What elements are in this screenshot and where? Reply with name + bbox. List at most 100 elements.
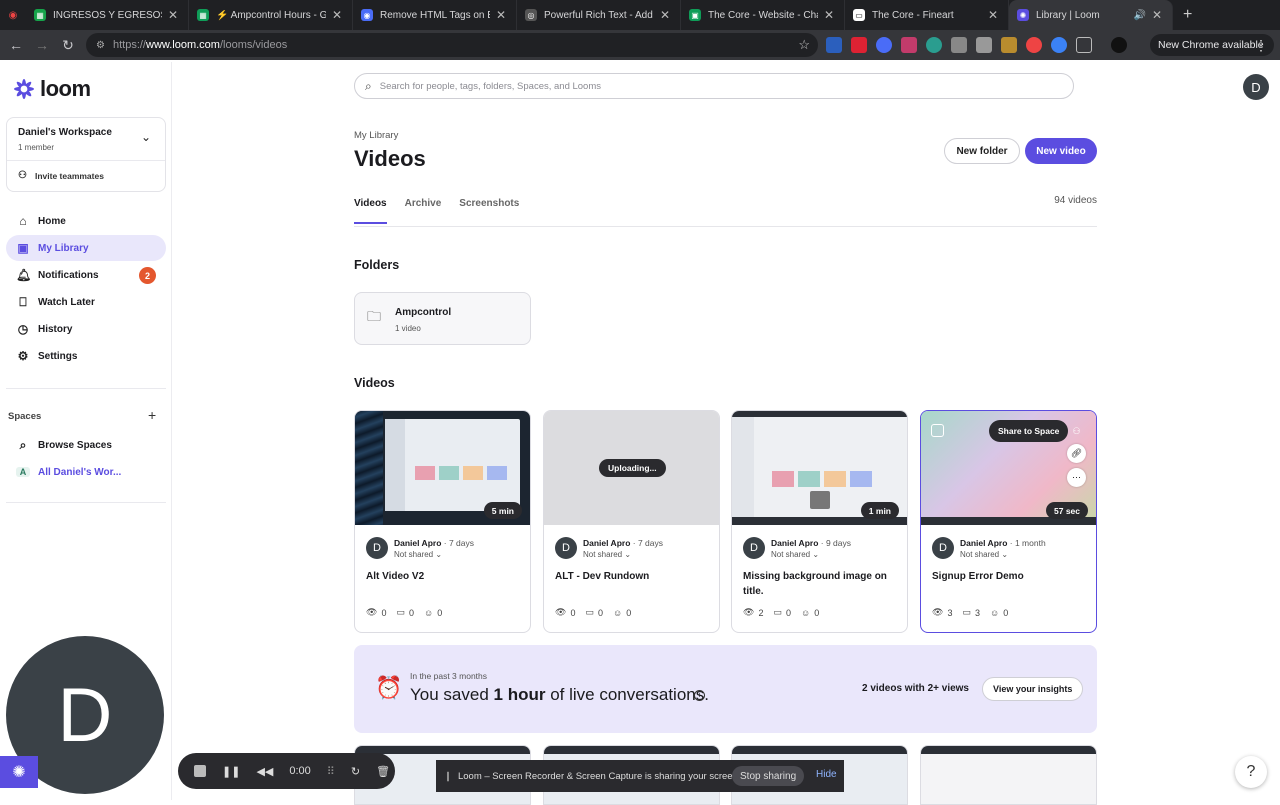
add-space-icon[interactable]: + bbox=[148, 407, 156, 423]
sidebar-item-notifications[interactable]: 🔔︎ Notifications 2 bbox=[6, 262, 166, 288]
avatar[interactable]: D bbox=[1243, 74, 1269, 100]
reload-icon[interactable]: ↻ bbox=[55, 37, 81, 54]
sharing-dropdown[interactable]: Not shared ⌄ bbox=[583, 550, 631, 559]
sidebar-item-settings[interactable]: ⚙ Settings bbox=[6, 343, 166, 369]
address-bar[interactable]: ⚙ https://www.loom.com/looms/videos ☆ bbox=[86, 33, 818, 57]
extension-icon[interactable] bbox=[876, 37, 892, 53]
browser-tab[interactable]: ▦INGRESOS Y EGRESOS CAS✕ bbox=[26, 0, 189, 30]
folder-icon: 🗀 bbox=[367, 308, 381, 324]
close-tab-icon[interactable]: ✕ bbox=[332, 8, 342, 22]
video-card[interactable]: Uploading... D Daniel Apro · 7 days Not … bbox=[543, 410, 720, 633]
tab-videos[interactable]: Videos bbox=[354, 198, 387, 224]
trash-icon[interactable]: 🗑︎ bbox=[376, 765, 390, 778]
new-folder-button[interactable]: New folder bbox=[944, 138, 1020, 164]
chevron-down-icon[interactable]: ⌄ bbox=[141, 130, 151, 144]
extension-icon[interactable] bbox=[1051, 37, 1067, 53]
close-tab-icon[interactable]: ✕ bbox=[168, 8, 178, 22]
video-card[interactable]: 1 min D Daniel Apro · 9 days Not shared … bbox=[731, 410, 908, 633]
profile-icon[interactable] bbox=[1111, 37, 1127, 53]
extension-icon[interactable] bbox=[1001, 37, 1017, 53]
view-insights-button[interactable]: View your insights bbox=[982, 677, 1084, 701]
browser-tab-active[interactable]: ✺ Library | Loom 🔊 ✕ bbox=[1009, 0, 1173, 30]
speaker-icon[interactable]: 🔊 bbox=[1133, 10, 1145, 21]
close-tab-icon[interactable]: ✕ bbox=[660, 8, 670, 22]
site-info-icon[interactable]: ⚙ bbox=[96, 40, 105, 51]
video-title[interactable]: ALT - Dev Rundown bbox=[555, 569, 705, 584]
more-options-icon[interactable]: ⋯ bbox=[1067, 468, 1086, 487]
record-indicator-icon: ◉ bbox=[8, 9, 18, 21]
extension-icon[interactable] bbox=[926, 37, 942, 53]
sidebar-item-home[interactable]: ⌂ Home bbox=[6, 208, 166, 234]
pause-icon[interactable]: ❚❚ bbox=[222, 765, 240, 778]
extension-icon[interactable] bbox=[1026, 37, 1042, 53]
views-stat: 👁︎ 3 bbox=[932, 607, 953, 618]
close-tab-icon[interactable]: ✕ bbox=[824, 8, 834, 22]
video-card[interactable]: 5 min D Daniel Apro · 7 days Not shared … bbox=[354, 410, 531, 633]
sharing-dropdown[interactable]: Not shared ⌄ bbox=[771, 550, 819, 559]
video-thumbnail[interactable]: Uploading... bbox=[544, 411, 719, 525]
info-icon[interactable]: i bbox=[694, 690, 705, 701]
video-thumbnail[interactable]: 5 min bbox=[355, 411, 530, 525]
video-title[interactable]: Missing background image on title. bbox=[743, 569, 893, 599]
video-thumbnail[interactable]: 1 min bbox=[732, 411, 907, 525]
browser-tab[interactable]: ◎Powerful Rich Text - Add HT✕ bbox=[517, 0, 681, 30]
video-card[interactable]: Share to Space ⚇ 🔗︎ ⋯ 57 sec D Daniel Ap… bbox=[920, 410, 1097, 633]
stop-sharing-button[interactable]: Stop sharing bbox=[732, 766, 805, 786]
close-tab-icon[interactable]: ✕ bbox=[496, 8, 506, 22]
drag-handle-icon[interactable]: ⠿ bbox=[327, 765, 335, 778]
video-thumbnail[interactable] bbox=[920, 745, 1097, 805]
comment-icon: ▭ bbox=[396, 607, 405, 617]
close-tab-icon[interactable]: ✕ bbox=[1152, 8, 1162, 22]
browser-menu-icon[interactable]: ⋮ bbox=[1254, 37, 1268, 54]
browser-tab[interactable]: ▭ The Core - Fineart ✕ bbox=[845, 0, 1009, 30]
video-thumbnail[interactable]: Share to Space ⚇ 🔗︎ ⋯ 57 sec bbox=[921, 411, 1096, 525]
rewind-icon[interactable]: ◀◀ bbox=[256, 765, 273, 778]
video-title[interactable]: Alt Video V2 bbox=[366, 569, 516, 584]
help-icon[interactable]: ? bbox=[1235, 756, 1267, 788]
copy-link-icon[interactable]: 🔗︎ bbox=[1067, 444, 1086, 463]
sidebar-item-watch-later[interactable]: ⎕ Watch Later bbox=[6, 289, 166, 315]
video-title[interactable]: Signup Error Demo bbox=[932, 569, 1082, 584]
extension-icon[interactable] bbox=[976, 37, 992, 53]
back-icon[interactable]: ← bbox=[3, 37, 29, 53]
sidebar-item-history[interactable]: ◷ History bbox=[6, 316, 166, 342]
add-people-icon[interactable]: ⚇ bbox=[1067, 422, 1086, 441]
new-video-button[interactable]: New video bbox=[1025, 138, 1097, 164]
close-tab-icon[interactable]: ✕ bbox=[988, 8, 998, 22]
browser-tab[interactable]: ▣ The Core - Website - Chat ✕ bbox=[681, 0, 845, 30]
video-extension-icon[interactable] bbox=[851, 37, 867, 53]
sidebar-item-all-workspace[interactable]: A All Daniel's Wor... bbox=[6, 459, 166, 485]
sharing-dropdown[interactable]: Not shared ⌄ bbox=[394, 550, 442, 559]
breadcrumb[interactable]: My Library bbox=[354, 130, 398, 141]
folder-card[interactable]: 🗀 Ampcontrol 1 video bbox=[354, 292, 531, 345]
extension-icon[interactable] bbox=[901, 37, 917, 53]
sidebar-item-my-library[interactable]: ▣ My Library bbox=[6, 235, 166, 261]
puzzle-extensions-icon[interactable] bbox=[1076, 37, 1092, 53]
word-extension-icon[interactable] bbox=[826, 37, 842, 53]
share-to-space-button[interactable]: Share to Space bbox=[989, 420, 1069, 442]
select-checkbox[interactable] bbox=[931, 424, 944, 437]
divider bbox=[354, 226, 1097, 227]
bookmark-star-icon[interactable]: ☆ bbox=[798, 37, 810, 53]
stop-recording-button[interactable] bbox=[194, 765, 206, 777]
restart-icon[interactable]: ↻ bbox=[351, 765, 360, 778]
hide-notice-link[interactable]: Hide bbox=[816, 769, 837, 780]
divider bbox=[7, 160, 165, 161]
sharing-dropdown[interactable]: Not shared ⌄ bbox=[960, 550, 1008, 559]
sidebar-item-browse-spaces[interactable]: ⌕ Browse Spaces bbox=[6, 432, 166, 458]
tab-screenshots[interactable]: Screenshots bbox=[459, 198, 519, 209]
search-input[interactable]: ⌕ Search for people, tags, folders, Space… bbox=[354, 73, 1074, 99]
invite-teammates-button[interactable]: ⚇ Invite teammates bbox=[18, 170, 104, 181]
browser-tab[interactable]: ◉Remove HTML Tags on Emp✕ bbox=[353, 0, 517, 30]
forward-icon[interactable]: → bbox=[29, 37, 55, 53]
loom-logo[interactable]: loom bbox=[12, 76, 91, 102]
browser-toolbar: ← → ↻ ⚙ https://www.loom.com/looms/video… bbox=[0, 30, 1280, 60]
divider bbox=[6, 502, 166, 503]
workspace-switcher[interactable]: Daniel's Workspace 1 member ⌄ ⚇ Invite te… bbox=[6, 117, 166, 192]
loom-recorder-icon[interactable]: ✺ bbox=[0, 756, 38, 788]
tab-archive[interactable]: Archive bbox=[405, 198, 442, 209]
extension-icon[interactable] bbox=[951, 37, 967, 53]
new-tab-button[interactable]: + bbox=[1183, 6, 1192, 24]
browser-tab[interactable]: ▦⚡ Ampcontrol Hours - Goo✕ bbox=[189, 0, 353, 30]
tab-favicon-icon: ◎ bbox=[525, 9, 537, 21]
